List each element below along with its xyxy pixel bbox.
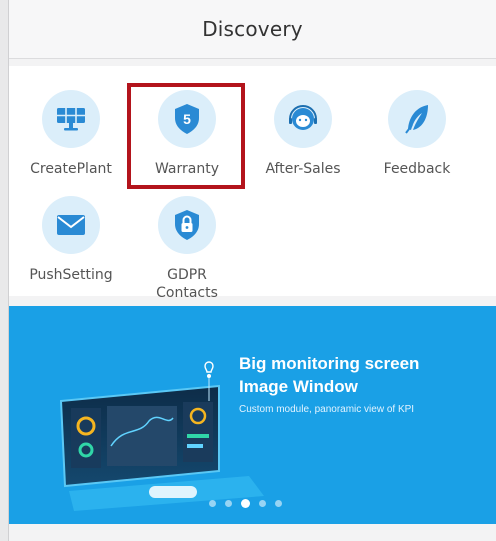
carousel-dot[interactable]	[275, 500, 282, 507]
shield-5-icon: 5	[158, 90, 216, 148]
createplant-button[interactable]: CreatePlant	[17, 90, 125, 178]
warranty-label: Warranty	[154, 161, 220, 177]
carousel-dot[interactable]	[209, 500, 216, 507]
gdpr-contacts-button[interactable]: GDPR Contacts	[133, 196, 241, 302]
feather-icon	[388, 90, 446, 148]
feedback-label: Feedback	[383, 161, 451, 177]
lock-shield-icon	[158, 196, 216, 254]
warranty-badge-number: 5	[183, 111, 191, 127]
after-sales-label: After-Sales	[265, 161, 341, 177]
top-bar: Discovery	[9, 0, 496, 59]
pushsetting-label: PushSetting	[29, 267, 113, 283]
feature-grid: CreatePlant 5 Warranty After-Sales Feedb…	[9, 66, 496, 301]
carousel-dot[interactable]	[259, 500, 266, 507]
customer-service-icon	[274, 90, 332, 148]
after-sales-button[interactable]: After-Sales	[249, 90, 357, 178]
carousel-pagination	[209, 499, 282, 508]
carousel-dot-active[interactable]	[241, 499, 250, 508]
page-title: Discovery	[202, 17, 303, 41]
banner-subtitle: Custom module, panoramic view of KPI	[239, 404, 415, 415]
banner-title: Big monitoring screen Image Window	[239, 352, 419, 398]
pushsetting-button[interactable]: PushSetting	[17, 196, 125, 284]
banner-title-line-2: Image Window	[239, 377, 358, 396]
discovery-screen: Discovery CreatePlant 5 Warranty After-S…	[8, 0, 496, 541]
feedback-button[interactable]: Feedback	[363, 90, 471, 178]
bottom-area	[9, 524, 496, 541]
banner-title-line-1: Big monitoring screen	[239, 354, 420, 373]
createplant-label: CreatePlant	[30, 161, 112, 177]
envelope-icon	[42, 196, 100, 254]
promo-banner[interactable]: Big monitoring screen Image Window Custo…	[9, 306, 496, 524]
carousel-dot[interactable]	[225, 500, 232, 507]
warranty-button[interactable]: 5 Warranty	[133, 90, 241, 178]
gdpr-contacts-label: GDPR Contacts	[156, 267, 218, 301]
solar-panel-icon	[42, 90, 100, 148]
